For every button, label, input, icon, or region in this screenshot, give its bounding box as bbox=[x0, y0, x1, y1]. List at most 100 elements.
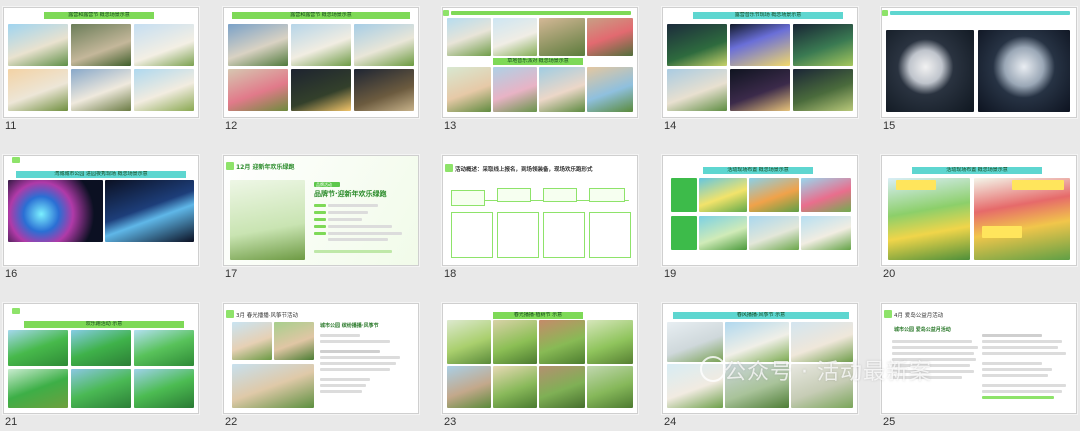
text-line bbox=[320, 340, 390, 343]
text-line bbox=[314, 250, 392, 253]
slide-number: 11 bbox=[5, 120, 17, 132]
slide-heading: 12月 迎新年欢乐绿跑 bbox=[236, 164, 295, 171]
text-line bbox=[982, 368, 1052, 371]
text-line bbox=[982, 384, 1066, 387]
slide-preview bbox=[881, 7, 1077, 118]
slide-title-bar: 春风播播·风筝节 示意 bbox=[673, 312, 849, 319]
text-line bbox=[320, 362, 396, 365]
text-line bbox=[982, 396, 1054, 399]
slide-title-bar: 露营音乐节现场 概念场景示意 bbox=[693, 12, 843, 19]
slide-number: 20 bbox=[883, 268, 896, 280]
slide-thumbnail-15[interactable]: 15 bbox=[881, 7, 1077, 135]
text-line bbox=[320, 334, 360, 337]
accent-square bbox=[882, 10, 888, 16]
wechat-icon bbox=[700, 356, 726, 382]
slide-title-bar: 露营和露营节 概念场景示意 bbox=[232, 12, 410, 19]
photo bbox=[354, 24, 414, 66]
slide-title-bar: 活动现场布置 概念场景示意 bbox=[703, 167, 813, 174]
photo bbox=[539, 18, 585, 56]
slide-thumbnail-11[interactable]: 露营和露营节 概念场景示意 11 bbox=[3, 7, 199, 135]
accent-square bbox=[226, 310, 234, 318]
slide-thumbnail-19[interactable]: 活动现场布置 概念场景示意 19 bbox=[662, 155, 858, 283]
slide-thumbnail-12[interactable]: 露营和露营节 概念场景示意 12 bbox=[223, 7, 419, 135]
text-line bbox=[320, 368, 390, 371]
slide-number: 18 bbox=[444, 268, 457, 280]
photo bbox=[801, 216, 851, 250]
label-box bbox=[982, 226, 1022, 238]
photo bbox=[587, 366, 633, 408]
slide-number: 12 bbox=[225, 120, 238, 132]
photo bbox=[291, 69, 351, 111]
label-chip bbox=[314, 232, 326, 235]
text-line bbox=[982, 352, 1066, 355]
text-line bbox=[328, 218, 362, 221]
slide-preview: 露营音乐节现场 概念场景示意 bbox=[662, 7, 858, 118]
detail-card bbox=[451, 212, 493, 258]
slide-thumbnail-14[interactable]: 露营音乐节现场 概念场景示意 14 bbox=[662, 7, 858, 135]
slide-number: 22 bbox=[225, 416, 238, 428]
slide-heading: 4月 爱岛公益月活动 bbox=[894, 313, 944, 319]
step-card bbox=[543, 188, 577, 202]
slide-thumbnail-18[interactable]: 活动概述：采取线上报名，到场领装备，现场欢乐跑形式 18 bbox=[442, 155, 638, 283]
slide-thumbnail-17[interactable]: 12月 迎新年欢乐绿跑 品牌活动 品牌节·迎新年欢乐绿跑 17 bbox=[223, 155, 419, 283]
text-line bbox=[328, 238, 388, 241]
text-line bbox=[328, 232, 402, 235]
watermark-text: 公众号 · 活动最新案 bbox=[724, 360, 932, 385]
photo bbox=[8, 180, 103, 242]
slide-number: 14 bbox=[664, 120, 677, 132]
photo bbox=[447, 18, 491, 56]
photo bbox=[274, 322, 314, 360]
text-line bbox=[320, 384, 366, 387]
slide-title-bar: 活动现场布置 概念场景示意 bbox=[912, 167, 1042, 174]
runner-photo bbox=[230, 180, 305, 260]
photo bbox=[228, 69, 288, 111]
label-box bbox=[896, 180, 936, 190]
photo bbox=[134, 369, 194, 408]
text-line bbox=[982, 346, 1058, 349]
side-label bbox=[671, 178, 697, 212]
text-line bbox=[320, 356, 400, 359]
slide-thumbnail-23[interactable]: 春光播播·植树节 示意 23 bbox=[442, 303, 638, 431]
photo bbox=[793, 69, 853, 111]
slide-thumbnail-21[interactable]: 欢乐跑活动 示意 21 bbox=[3, 303, 199, 431]
accent-square bbox=[443, 10, 449, 16]
slide-thumbnail-20[interactable]: 活动现场布置 概念场景示意 20 bbox=[881, 155, 1077, 283]
photo bbox=[228, 24, 288, 66]
top-rule bbox=[890, 11, 1070, 15]
text-line bbox=[982, 390, 1062, 393]
slide-thumbnail-16[interactable]: 湾城城市公园 进园夜秀现场 概念场景示意 16 bbox=[3, 155, 199, 283]
slide-subtitle-bar: 草地音乐派对 概念场景示意 bbox=[493, 58, 583, 65]
text-line bbox=[320, 390, 362, 393]
photo bbox=[667, 24, 727, 66]
step-card bbox=[497, 188, 531, 202]
step-card bbox=[589, 188, 625, 202]
photo bbox=[134, 69, 194, 111]
photo bbox=[8, 69, 68, 111]
slide-number: 17 bbox=[225, 268, 238, 280]
top-rule bbox=[451, 11, 631, 15]
photo bbox=[539, 67, 585, 112]
photo bbox=[8, 369, 68, 408]
photo bbox=[71, 24, 131, 66]
slide-title-bar: 露营和露营节 概念场景示意 bbox=[44, 12, 154, 19]
photo bbox=[974, 178, 1070, 260]
text-line bbox=[892, 346, 978, 349]
slide-preview: 露营和露营节 概念场景示意 bbox=[3, 7, 199, 118]
text-line bbox=[982, 374, 1048, 377]
photo bbox=[888, 178, 970, 260]
photo bbox=[447, 67, 491, 112]
slide-number: 19 bbox=[664, 268, 677, 280]
photo bbox=[493, 67, 537, 112]
photo bbox=[71, 330, 131, 366]
tag-label: 品牌活动 bbox=[316, 182, 332, 187]
slide-number: 21 bbox=[5, 416, 18, 428]
slide-thumbnail-22[interactable]: 3月 春光播播·风筝节活动 城市公园 缤纷播播·风筝节 22 bbox=[223, 303, 419, 431]
slide-thumbnail-13[interactable]: 草地音乐派对 概念场景示意 13 bbox=[442, 7, 638, 135]
photo bbox=[493, 18, 537, 56]
slide-preview: 活动现场布置 概念场景示意 bbox=[662, 155, 858, 266]
photo bbox=[539, 366, 585, 408]
photo bbox=[71, 69, 131, 111]
photo bbox=[749, 178, 799, 212]
photo bbox=[134, 24, 194, 66]
photo bbox=[134, 330, 194, 366]
